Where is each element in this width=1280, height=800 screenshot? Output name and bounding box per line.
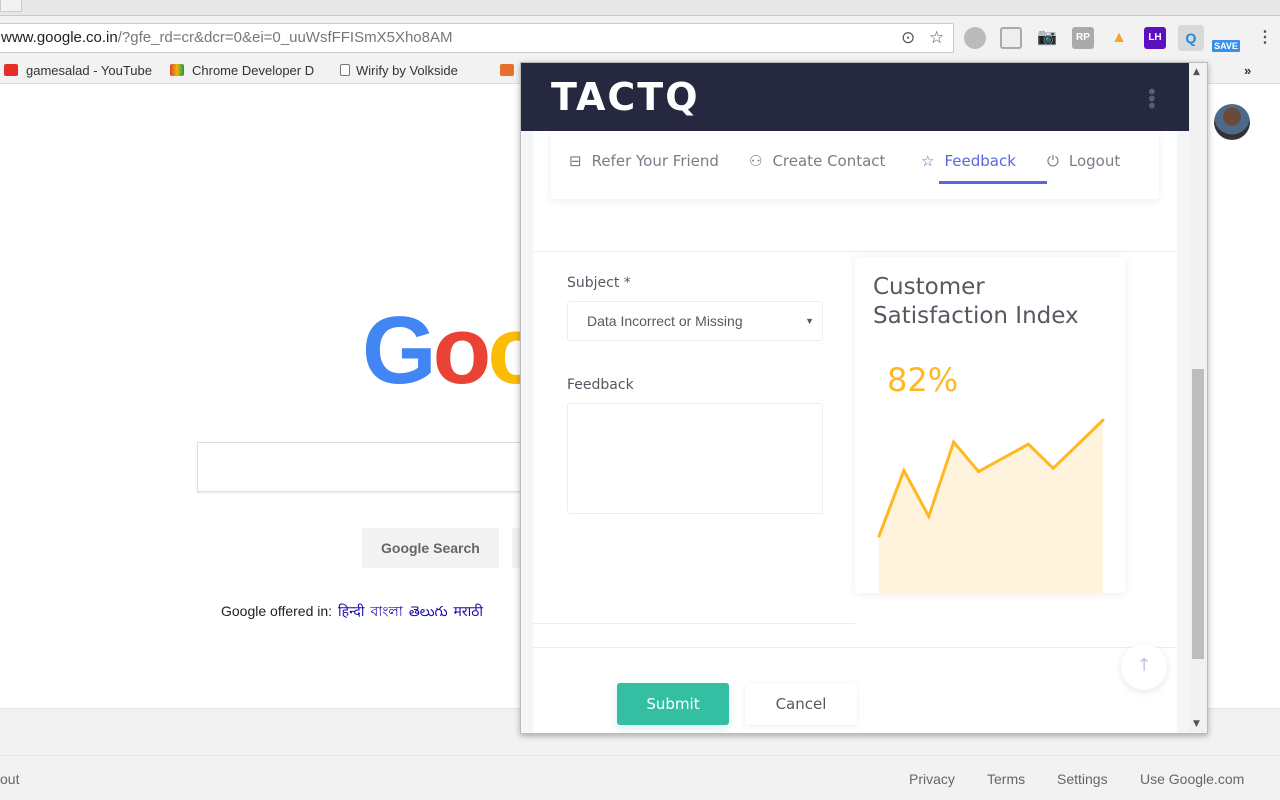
add-user-icon: ⚇ xyxy=(749,152,763,170)
nav-create-contact[interactable]: ⚇ Create Contact xyxy=(749,152,885,170)
tacta-logo: TACTQ xyxy=(551,75,700,119)
popup-scrollbar[interactable]: ▲ ▼ xyxy=(1189,63,1207,733)
chart-point xyxy=(1026,442,1030,446)
satisfaction-card: Customer Satisfaction Index 82% xyxy=(855,257,1125,593)
cloud-extension-icon[interactable] xyxy=(964,27,986,49)
chart-point xyxy=(902,468,906,472)
footer-settings-link[interactable]: Settings xyxy=(1057,771,1108,787)
browser-toolbar: www.google.co.in/?gfe_rd=cr&dcr=0&ei=0_u… xyxy=(0,16,1280,60)
card-title: Customer Satisfaction Index xyxy=(873,274,1079,329)
feedback-label: Feedback xyxy=(567,377,634,393)
chevron-down-icon: ▼ xyxy=(805,316,814,326)
bookmark-item[interactable] xyxy=(500,63,522,78)
nav-refer-friend[interactable]: ⊟ Refer Your Friend xyxy=(569,152,719,170)
chart-point xyxy=(877,534,881,538)
star-icon: ☆ xyxy=(921,152,935,170)
briefcase-icon: ⊟ xyxy=(569,152,582,170)
nav-feedback[interactable]: ☆ Feedback xyxy=(921,152,1016,170)
footer-terms-link[interactable]: Terms xyxy=(987,771,1025,787)
chart-point xyxy=(1051,466,1055,470)
extension-popup: TACTQ • • • ⊟ Refer Your Friend ⚇ Create Con… xyxy=(520,62,1208,734)
feedback-textarea[interactable] xyxy=(567,403,823,514)
language-link[interactable]: मराठी xyxy=(454,603,483,619)
power-icon: ⏻ xyxy=(1047,152,1059,170)
chrome-icon xyxy=(170,64,184,76)
satisfaction-value: 82% xyxy=(887,361,959,399)
subject-label: Subject * xyxy=(567,275,631,291)
lh-extension-icon[interactable]: LH xyxy=(1144,27,1166,49)
location-icon[interactable]: ⊙ xyxy=(901,24,915,52)
language-link[interactable]: বাংলা xyxy=(371,603,403,619)
scroll-up-arrow-icon[interactable]: ▲ xyxy=(1193,67,1200,77)
language-link[interactable]: తెలుగు xyxy=(409,603,448,619)
bookmark-item[interactable]: Wirify by Volkside xyxy=(340,63,458,78)
divider xyxy=(533,647,1177,648)
popup-header: TACTQ • • • xyxy=(521,63,1189,131)
bookmarks-overflow[interactable]: » xyxy=(1244,63,1251,78)
nav-menu: ⊟ Refer Your Friend ⚇ Create Contact ☆ Feed… xyxy=(551,131,1159,199)
language-link[interactable]: हिन्दी xyxy=(338,603,364,619)
bookmark-item[interactable]: gamesalad - YouTube xyxy=(4,63,152,78)
url-host: www.google.co.in xyxy=(1,29,118,46)
divider xyxy=(533,251,1177,252)
popup-body: ⊟ Refer Your Friend ⚇ Create Contact ☆ Feed… xyxy=(533,131,1177,733)
offered-in: Google offered in: हिन्दी বাংলা తెలుగు मराठी xyxy=(221,603,484,619)
cancel-button[interactable]: Cancel xyxy=(745,683,857,725)
submit-button[interactable]: Submit xyxy=(617,683,729,725)
chrome-menu-icon[interactable]: ⋮ xyxy=(1254,27,1276,49)
page-icon xyxy=(340,64,350,76)
tab-strip xyxy=(0,0,1280,16)
url-path: /?gfe_rd=cr&dcr=0&ei=0_uuWsfFFISmX5Xho8A… xyxy=(117,29,453,46)
chart-point xyxy=(1101,418,1105,422)
rp-extension-icon[interactable]: RP xyxy=(1072,27,1094,49)
youtube-icon xyxy=(4,64,18,76)
layout-extension-icon[interactable] xyxy=(1000,27,1022,49)
footer-use-google-link[interactable]: Use Google.com xyxy=(1140,771,1244,787)
nav-logout[interactable]: ⏻ Logout xyxy=(1047,152,1120,170)
bookmark-item[interactable]: Chrome Developer D xyxy=(170,63,314,78)
chart-point xyxy=(977,470,981,474)
scroll-to-top-button[interactable]: ↑ xyxy=(1121,644,1167,690)
browser-tab[interactable] xyxy=(0,0,22,12)
bookmark-star-icon[interactable]: ☆ xyxy=(929,24,944,52)
address-bar[interactable]: www.google.co.in/?gfe_rd=cr&dcr=0&ei=0_u… xyxy=(0,23,954,53)
footer-about-link[interactable]: out xyxy=(0,771,19,787)
google-logo: Goo xyxy=(362,297,546,404)
more-menu-icon[interactable]: • • • xyxy=(1146,82,1158,116)
active-tab-indicator xyxy=(939,181,1047,184)
plus-icon xyxy=(500,64,514,76)
firebase-extension-icon[interactable]: ▲ xyxy=(1108,27,1130,49)
scroll-down-arrow-icon[interactable]: ▼ xyxy=(1193,719,1200,729)
avatar[interactable] xyxy=(1214,104,1250,140)
scrollbar-thumb[interactable] xyxy=(1192,369,1204,659)
subject-select[interactable]: Data Incorrect or Missing ▼ xyxy=(567,301,823,341)
tacta-extension-icon[interactable]: Q xyxy=(1178,25,1204,51)
chart-area xyxy=(879,420,1103,593)
camera-extension-icon[interactable]: 📷 xyxy=(1036,27,1058,49)
footer-privacy-link[interactable]: Privacy xyxy=(909,771,955,787)
google-search-button[interactable]: Google Search xyxy=(362,528,499,568)
satisfaction-chart xyxy=(877,418,1105,593)
chart-point xyxy=(952,440,956,444)
divider xyxy=(533,623,855,624)
save-extension-icon[interactable]: SAVE xyxy=(1212,40,1240,52)
chart-point xyxy=(927,514,931,518)
